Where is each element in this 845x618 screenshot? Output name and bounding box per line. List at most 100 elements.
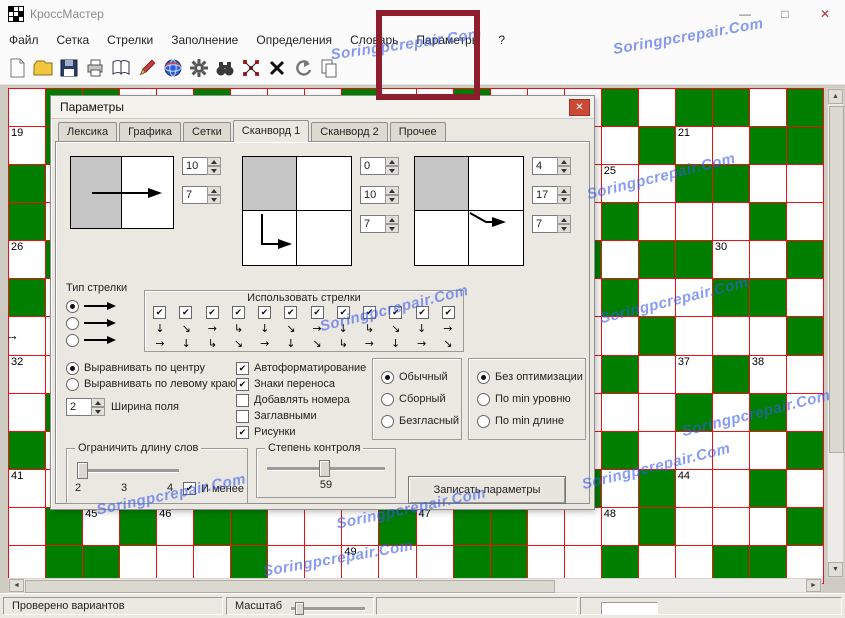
grid-cell[interactable] (675, 241, 712, 279)
menu-item-5[interactable]: Определения (247, 28, 341, 47)
grid-cell[interactable] (712, 165, 749, 203)
grid-cell[interactable] (749, 127, 786, 165)
preview-1-spinner-2-value[interactable]: 7 (182, 186, 207, 204)
preview-2-spinner-1-up-button[interactable] (385, 157, 399, 166)
grid-cell[interactable] (453, 507, 490, 545)
grid-cell[interactable] (749, 165, 786, 203)
grid-cell[interactable] (638, 89, 675, 127)
optimization-option-2[interactable]: По min уровню (477, 391, 583, 407)
grid-cell[interactable]: 47 (416, 507, 453, 545)
grid-cell[interactable] (786, 393, 823, 431)
toolbar-delete-x[interactable] (265, 56, 289, 80)
grid-cell[interactable] (46, 507, 83, 545)
grid-cell[interactable] (9, 203, 46, 241)
tab-6[interactable]: Прочее (389, 122, 446, 141)
optimization-option-3[interactable]: По min длине (477, 413, 583, 429)
use-arrow-checkbox-4[interactable]: ✔ (231, 306, 245, 319)
grid-cell[interactable] (675, 203, 712, 241)
grid-cell[interactable] (675, 279, 712, 317)
zoom-slider-thumb[interactable] (295, 602, 304, 615)
grid-cell[interactable]: 32 (9, 355, 46, 393)
and-less-checkbox[interactable]: ✔ (183, 482, 196, 495)
grid-cell[interactable] (749, 469, 786, 507)
grid-cell[interactable] (786, 165, 823, 203)
grid-cell[interactable] (749, 89, 786, 127)
radio-button[interactable] (477, 370, 490, 384)
preview-2-spinner-3-value[interactable]: 7 (360, 215, 385, 233)
radio-button[interactable] (381, 370, 394, 384)
radio-button[interactable] (66, 299, 79, 313)
grid-cell[interactable] (638, 507, 675, 545)
format-check-2[interactable]: ✔ Знаки переноса (236, 376, 366, 392)
grid-cell[interactable] (601, 241, 638, 279)
grid-cell[interactable] (675, 507, 712, 545)
preview-3-spinner-1-down-button[interactable] (557, 166, 571, 175)
vertical-scrollbar[interactable]: ▲ ▼ (827, 88, 844, 578)
grid-cell[interactable]: 41 (9, 469, 46, 507)
grid-cell[interactable]: 38 (749, 355, 786, 393)
grid-cell[interactable]: 25 (601, 165, 638, 203)
scroll-left-button[interactable]: ◄ (9, 579, 24, 592)
checkbox[interactable]: ✔ (236, 425, 249, 439)
save-params-button[interactable]: Записать параметры (408, 476, 566, 504)
grid-cell[interactable] (638, 165, 675, 203)
toolbar-copy[interactable] (317, 56, 341, 80)
grid-cell[interactable] (712, 279, 749, 317)
grid-cell[interactable] (601, 393, 638, 431)
grid-cell[interactable] (638, 279, 675, 317)
grid-cell[interactable] (675, 431, 712, 469)
grid-cell[interactable] (9, 165, 46, 203)
grid-cell[interactable] (786, 127, 823, 165)
grid-cell[interactable] (749, 279, 786, 317)
alignment-option-1[interactable]: Выравнивать по центру (66, 360, 236, 376)
grid-cell[interactable]: 26 (9, 241, 46, 279)
grid-cell[interactable] (601, 203, 638, 241)
toolbar-open-folder[interactable] (31, 56, 55, 80)
grid-cell[interactable] (638, 127, 675, 165)
preview-3-spinner-3-value[interactable]: 7 (532, 215, 557, 233)
toolbar-block-pattern[interactable] (239, 56, 263, 80)
grid-cell[interactable] (305, 507, 342, 545)
toolbar-settings-gear[interactable] (187, 56, 211, 80)
grid-cell[interactable] (749, 393, 786, 431)
use-arrow-checkbox-2[interactable]: ✔ (179, 306, 193, 319)
preview-3-spinner-3-down-button[interactable] (557, 224, 571, 233)
grid-cell[interactable]: 48 (601, 507, 638, 545)
grid-cell[interactable] (9, 279, 46, 317)
scroll-up-button[interactable]: ▲ (828, 89, 843, 104)
grid-cell[interactable] (342, 507, 379, 545)
checkbox[interactable] (236, 409, 249, 423)
and-less-row[interactable]: ✔ И менее (183, 482, 244, 495)
grid-cell[interactable]: → (5, 317, 46, 355)
toolbar-undo[interactable] (291, 56, 315, 80)
use-arrow-checkbox-3[interactable]: ✔ (205, 306, 219, 319)
grid-cell[interactable] (749, 241, 786, 279)
preview-2-spinner-2-down-button[interactable] (385, 195, 399, 204)
grid-cell[interactable] (601, 89, 638, 127)
grid-cell[interactable] (638, 317, 675, 355)
grid-cell[interactable] (601, 317, 638, 355)
toolbar-new-document[interactable] (5, 56, 29, 80)
control-degree-slider-thumb[interactable] (319, 460, 330, 477)
maximize-button[interactable]: □ (765, 0, 805, 28)
use-arrow-checkbox-8[interactable]: ✔ (336, 306, 350, 319)
scroll-down-button[interactable]: ▼ (828, 562, 843, 577)
grid-cell[interactable] (9, 507, 46, 545)
menu-item-4[interactable]: Заполнение (162, 28, 247, 47)
grid-cell[interactable] (712, 317, 749, 355)
grid-cell[interactable]: 19 (9, 127, 46, 165)
use-arrow-checkbox-1[interactable]: ✔ (153, 306, 166, 319)
format-check-4[interactable]: Заглавными (236, 408, 366, 424)
grid-cell[interactable] (712, 203, 749, 241)
grid-cell[interactable] (749, 317, 786, 355)
menu-item-8[interactable]: ? (489, 28, 514, 47)
grid-cell[interactable] (675, 393, 712, 431)
grid-cell[interactable] (490, 507, 527, 545)
use-arrow-checkbox-6[interactable]: ✔ (284, 306, 298, 319)
grid-cell[interactable] (675, 317, 712, 355)
grid-cell[interactable] (638, 431, 675, 469)
toolbar-edit-pencil[interactable] (135, 56, 159, 80)
grid-cell[interactable] (786, 317, 823, 355)
menu-item-3[interactable]: Стрелки (98, 28, 162, 47)
grid-cell[interactable] (786, 203, 823, 241)
